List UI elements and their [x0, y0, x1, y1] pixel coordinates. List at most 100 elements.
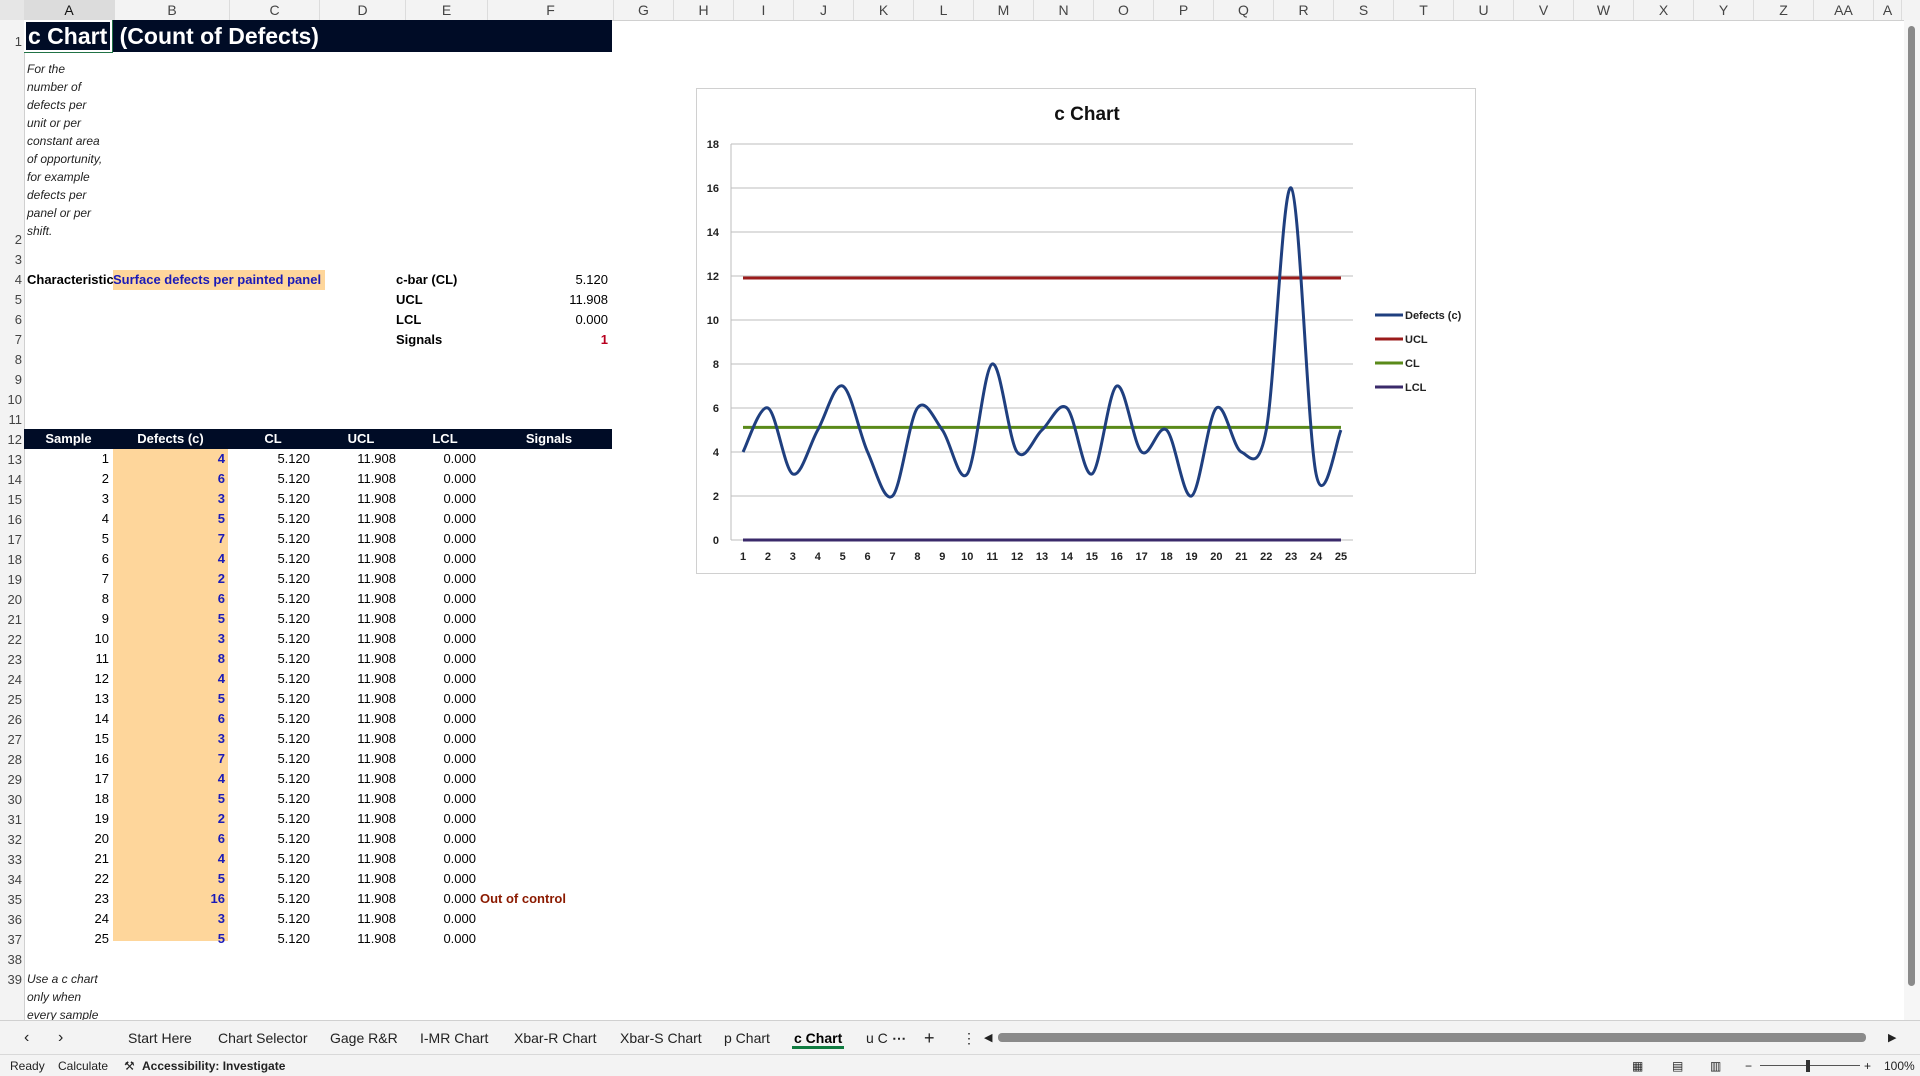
defects-cell[interactable]: 3 — [113, 909, 225, 929]
lcl-cell[interactable]: 0.000 — [404, 609, 476, 629]
lcl-cell[interactable]: 0.000 — [404, 769, 476, 789]
column-header[interactable]: S — [1334, 0, 1394, 20]
sample-cell[interactable]: 6 — [24, 549, 109, 569]
cl-cell[interactable]: 5.120 — [228, 889, 310, 909]
lcl-cell[interactable]: 0.000 — [404, 789, 476, 809]
row-header[interactable]: 12 — [0, 432, 24, 447]
cl-cell[interactable]: 5.120 — [228, 829, 310, 849]
ucl-cell[interactable]: 11.908 — [318, 669, 396, 689]
defects-cell[interactable]: 5 — [113, 929, 225, 949]
defects-cell[interactable]: 4 — [113, 449, 225, 469]
column-header[interactable]: B — [115, 0, 230, 20]
lcl-cell[interactable]: 0.000 — [404, 629, 476, 649]
column-header[interactable]: Z — [1754, 0, 1814, 20]
zoom-level[interactable]: 100% — [1884, 1055, 1915, 1076]
more-tabs-icon[interactable]: ⋯ — [892, 1021, 906, 1055]
cl-cell[interactable]: 5.120 — [228, 689, 310, 709]
cl-cell[interactable]: 5.120 — [228, 849, 310, 869]
page-layout-view-icon[interactable]: ▤ — [1672, 1055, 1683, 1076]
row-header[interactable]: 10 — [0, 392, 24, 407]
lcl-cell[interactable]: 0.000 — [404, 569, 476, 589]
lcl-cell[interactable]: 0.000 — [404, 809, 476, 829]
header-defects[interactable]: Defects (c) — [113, 429, 228, 449]
ucl-cell[interactable]: 11.908 — [318, 929, 396, 949]
ucl-cell[interactable]: 11.908 — [318, 709, 396, 729]
cl-cell[interactable]: 5.120 — [228, 729, 310, 749]
characteristic-value[interactable]: Surface defects per painted panel — [113, 270, 326, 290]
options-icon[interactable]: ⋮ — [962, 1021, 976, 1055]
next-sheet-icon[interactable]: › — [58, 1021, 63, 1055]
defects-cell[interactable]: 6 — [113, 709, 225, 729]
row-header[interactable]: 16 — [0, 512, 24, 527]
ucl-cell[interactable]: 11.908 — [318, 789, 396, 809]
sample-cell[interactable]: 16 — [24, 749, 109, 769]
row-header[interactable]: 32 — [0, 832, 24, 847]
ucl-label[interactable]: UCL — [396, 290, 423, 310]
header-ucl[interactable]: UCL — [318, 429, 404, 449]
lcl-cell[interactable]: 0.000 — [404, 509, 476, 529]
sample-cell[interactable]: 22 — [24, 869, 109, 889]
row-header[interactable]: 9 — [0, 372, 24, 387]
column-header[interactable]: A — [1874, 0, 1902, 20]
defects-cell[interactable]: 4 — [113, 549, 225, 569]
row-header[interactable]: 21 — [0, 612, 24, 627]
ucl-cell[interactable]: 11.908 — [318, 829, 396, 849]
ucl-cell[interactable]: 11.908 — [318, 729, 396, 749]
lcl-cell[interactable]: 0.000 — [404, 489, 476, 509]
column-header[interactable]: G — [614, 0, 674, 20]
column-header[interactable]: I — [734, 0, 794, 20]
sample-cell[interactable]: 14 — [24, 709, 109, 729]
lcl-cell[interactable]: 0.000 — [404, 469, 476, 489]
lcl-cell[interactable]: 0.000 — [404, 689, 476, 709]
row-header[interactable]: 27 — [0, 732, 24, 747]
sample-cell[interactable]: 1 — [24, 449, 109, 469]
sheet-tab[interactable]: I-MR Chart — [414, 1021, 494, 1055]
select-all-corner[interactable] — [0, 0, 25, 20]
defects-cell[interactable]: 2 — [113, 569, 225, 589]
row-header[interactable]: 39 — [0, 972, 24, 987]
zoom-in-icon[interactable]: + — [1864, 1055, 1871, 1076]
sample-cell[interactable]: 17 — [24, 769, 109, 789]
row-header[interactable]: 23 — [0, 652, 24, 667]
cl-cell[interactable]: 5.120 — [228, 529, 310, 549]
ucl-value[interactable]: 11.908 — [508, 290, 608, 310]
sample-cell[interactable]: 10 — [24, 629, 109, 649]
defects-cell[interactable]: 3 — [113, 629, 225, 649]
ucl-cell[interactable]: 11.908 — [318, 549, 396, 569]
cl-cell[interactable]: 5.120 — [228, 869, 310, 889]
row-header[interactable]: 7 — [0, 332, 24, 347]
header-sample[interactable]: Sample — [24, 429, 113, 449]
defects-cell[interactable]: 4 — [113, 849, 225, 869]
row-header[interactable]: 35 — [0, 892, 24, 907]
cl-cell[interactable]: 5.120 — [228, 929, 310, 949]
scroll-right-icon[interactable]: ▶ — [1888, 1021, 1896, 1055]
row-header[interactable]: 17 — [0, 532, 24, 547]
add-sheet-icon[interactable]: + — [924, 1021, 935, 1055]
ucl-cell[interactable]: 11.908 — [318, 689, 396, 709]
defects-cell[interactable]: 5 — [113, 689, 225, 709]
column-header[interactable]: L — [914, 0, 974, 20]
column-header[interactable]: Q — [1214, 0, 1274, 20]
cl-cell[interactable]: 5.120 — [228, 789, 310, 809]
row-header[interactable]: 6 — [0, 312, 24, 327]
row-header[interactable]: 13 — [0, 452, 24, 467]
row-header[interactable]: 20 — [0, 592, 24, 607]
row-header[interactable]: 24 — [0, 672, 24, 687]
cl-cell[interactable]: 5.120 — [228, 749, 310, 769]
row-header[interactable]: 11 — [0, 412, 24, 427]
cl-cell[interactable]: 5.120 — [228, 589, 310, 609]
row-header[interactable]: 28 — [0, 752, 24, 767]
row-header[interactable]: 36 — [0, 912, 24, 927]
column-header[interactable]: C — [230, 0, 320, 20]
sample-cell[interactable]: 19 — [24, 809, 109, 829]
sheet-tab[interactable]: Gage R&R — [324, 1021, 404, 1055]
lcl-label[interactable]: LCL — [396, 310, 421, 330]
characteristic-label[interactable]: Characteristic — [27, 270, 114, 290]
row-header[interactable]: 31 — [0, 812, 24, 827]
row-header[interactable]: 22 — [0, 632, 24, 647]
cl-cell[interactable]: 5.120 — [228, 649, 310, 669]
sheet-tab[interactable]: p Chart — [718, 1021, 776, 1055]
sample-cell[interactable]: 3 — [24, 489, 109, 509]
accessibility-status[interactable]: Accessibility: Investigate — [142, 1055, 285, 1076]
zoom-out-icon[interactable]: − — [1745, 1055, 1752, 1076]
